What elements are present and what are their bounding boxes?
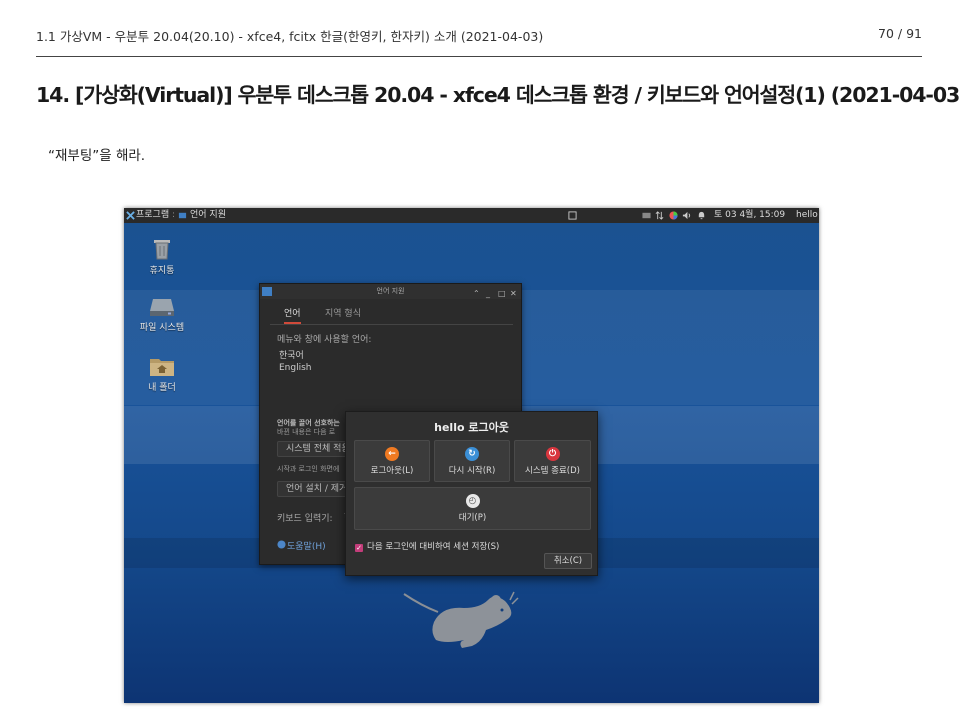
logout-arrow-icon: ← bbox=[385, 447, 399, 461]
app-icon bbox=[262, 287, 272, 296]
restart-icon: ↻ bbox=[465, 447, 479, 461]
window-title: 언어 지원 bbox=[376, 287, 405, 295]
trash-icon bbox=[154, 240, 170, 260]
desktop-icon-label: 내 폴더 bbox=[148, 383, 176, 393]
body-text: “재부팅”을 해라. bbox=[48, 148, 146, 164]
section-title: 14. [가상화(Virtual)] 우분투 데스크톱 20.04 - xfce… bbox=[36, 83, 960, 107]
top-panel: 프로그램 : 언어 지원 토 03 4월, 15:09 hello bbox=[124, 208, 819, 223]
checkbox-checked-icon[interactable]: ✓ bbox=[355, 544, 363, 552]
panel-separator: : bbox=[172, 210, 176, 220]
keyboard-input-method-label: 키보드 입력기: bbox=[277, 514, 333, 524]
taskbar-language-support[interactable]: 언어 지원 bbox=[190, 209, 226, 222]
help-icon bbox=[277, 540, 286, 549]
apply-system-wide-button[interactable]: 시스템 전체 적용 bbox=[277, 441, 351, 457]
dialog-title: hello 로그아웃 bbox=[434, 421, 509, 434]
save-session-checkbox[interactable]: ✓ 다음 로그인에 대비하여 세션 저장(S) bbox=[355, 540, 499, 552]
drag-hint-text: 바뀐 내용은 다음 로 bbox=[277, 428, 336, 436]
document-header: 1.1 가상VM - 우분투 20.04(20.10) - xfce4, fci… bbox=[36, 26, 922, 46]
login-screen-note: 시작과 로그인 화면에 bbox=[277, 465, 340, 473]
xfce-menu-icon[interactable] bbox=[126, 211, 135, 220]
restart-button-label: 다시 시작(R) bbox=[448, 466, 496, 476]
desktop-icon-label: 휴지통 bbox=[149, 266, 175, 276]
power-icon: ⏻ bbox=[545, 447, 560, 461]
desktop-icon-label: 파일 시스템 bbox=[139, 323, 185, 333]
menu-language-label: 메뉴와 창에 사용할 언어: bbox=[277, 335, 372, 345]
desktop-screenshot: 프로그램 : 언어 지원 토 03 4월, 15:09 hello 휴지통 파일… bbox=[124, 208, 819, 703]
window-titlebar[interactable]: 언어 지원 ⌃ _ □ ✕ bbox=[260, 284, 521, 299]
clock-icon: ◴ bbox=[465, 494, 480, 508]
notification-bell-icon[interactable] bbox=[697, 211, 706, 220]
header-divider bbox=[36, 56, 922, 57]
logout-dialog: hello 로그아웃 ← 로그아웃(L) ↻ 다시 시작(R) ⏻ 시스템 종료… bbox=[345, 411, 598, 576]
desktop-icon-home[interactable]: 내 폴더 bbox=[127, 356, 197, 393]
language-window-icon bbox=[178, 212, 187, 219]
running-title: 1.1 가상VM - 우분투 20.04(20.10) - xfce4, fci… bbox=[36, 29, 544, 44]
cancel-button[interactable]: 취소(C) bbox=[544, 553, 592, 569]
language-list-item[interactable]: 한국어 bbox=[279, 348, 304, 361]
desktop-icon-filesystem[interactable]: 파일 시스템 bbox=[127, 297, 197, 333]
home-folder-icon bbox=[150, 359, 174, 376]
language-list-item[interactable]: English bbox=[279, 363, 312, 373]
shade-icon[interactable]: ⌃ bbox=[473, 286, 480, 301]
suspend-button-label: 대기(P) bbox=[458, 513, 487, 523]
xfce-mouse-logo bbox=[403, 591, 519, 648]
tab-divider bbox=[270, 324, 513, 325]
applications-menu[interactable]: 프로그램 bbox=[136, 209, 169, 222]
install-remove-languages-button[interactable]: 언어 설치 / 제거 bbox=[277, 481, 351, 497]
network-icon[interactable] bbox=[655, 211, 664, 220]
shutdown-button[interactable]: ⏻ 시스템 종료(D) bbox=[514, 440, 591, 482]
help-button[interactable]: 도움말(H) bbox=[287, 539, 326, 552]
minimize-icon[interactable]: _ bbox=[486, 286, 490, 301]
volume-icon[interactable] bbox=[682, 211, 691, 220]
suspend-button[interactable]: ◴ 대기(P) bbox=[354, 487, 591, 530]
workspace-icon[interactable] bbox=[568, 211, 577, 220]
drive-icon bbox=[150, 299, 174, 316]
page-number: 70 / 91 bbox=[878, 26, 922, 41]
restart-button[interactable]: ↻ 다시 시작(R) bbox=[434, 440, 510, 482]
close-icon[interactable]: ✕ bbox=[510, 286, 517, 301]
color-picker-icon[interactable] bbox=[669, 211, 678, 220]
panel-user[interactable]: hello bbox=[796, 209, 818, 222]
logout-button[interactable]: ← 로그아웃(L) bbox=[354, 440, 430, 482]
desktop-icon-trash[interactable]: 휴지통 bbox=[127, 238, 197, 276]
logout-button-label: 로그아웃(L) bbox=[370, 466, 414, 476]
panel-clock[interactable]: 토 03 4월, 15:09 bbox=[714, 209, 785, 222]
maximize-icon[interactable]: □ bbox=[498, 286, 506, 301]
tab-regional-formats[interactable]: 지역 형식 bbox=[325, 306, 361, 319]
keyboard-icon[interactable] bbox=[642, 211, 651, 220]
tab-language[interactable]: 언어 bbox=[284, 306, 301, 324]
shutdown-button-label: 시스템 종료(D) bbox=[525, 466, 580, 476]
save-session-label: 다음 로그인에 대비하여 세션 저장(S) bbox=[367, 542, 500, 552]
